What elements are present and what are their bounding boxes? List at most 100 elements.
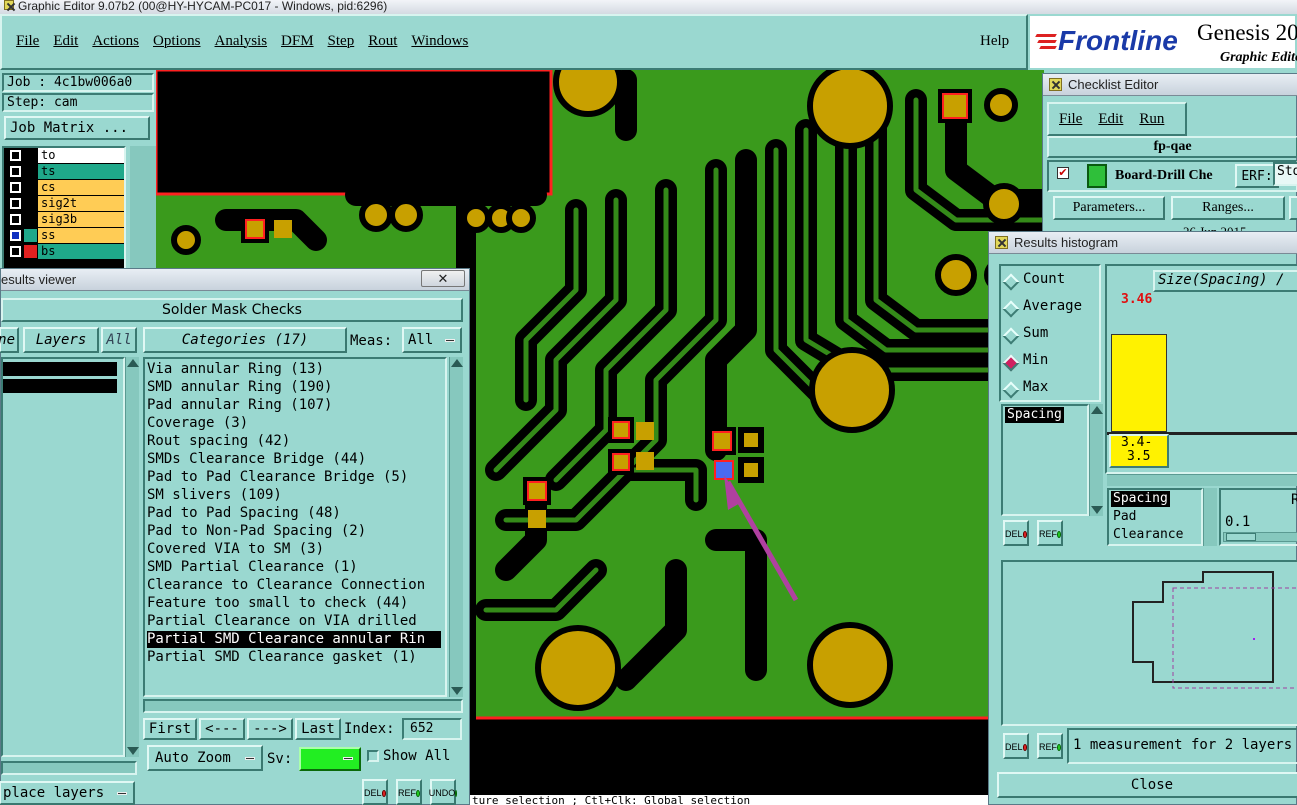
checklist-menu-file[interactable]: File	[1059, 111, 1082, 127]
layer-row[interactable]: cs	[6, 180, 124, 196]
tab-layers[interactable]: Layers	[23, 327, 99, 353]
layer-row[interactable]: sig2t	[6, 196, 124, 212]
sv-color-select[interactable]	[299, 747, 361, 771]
categories-list[interactable]: Via annular Ring (13) SMD annular Ring (1…	[143, 357, 447, 697]
undo-button[interactable]: UNDO	[429, 779, 458, 805]
layer-checkbox[interactable]	[10, 198, 21, 209]
menu-windows[interactable]: Windows	[411, 33, 468, 49]
histogram-right-list[interactable]: Spacing Pad Clearance	[1107, 488, 1203, 546]
layers-hscroll[interactable]	[1, 761, 137, 775]
scroll-up-icon[interactable]	[1091, 406, 1103, 414]
category-item[interactable]: Partial Clearance on VIA drilled	[147, 613, 441, 630]
categories-hscroll[interactable]	[143, 699, 463, 713]
menu-analysis[interactable]: Analysis	[215, 33, 268, 49]
results-viewer-close-button[interactable]: ✕	[421, 270, 465, 287]
categories-tab[interactable]: Categories (17)	[143, 327, 347, 353]
radio-sum[interactable]	[1002, 327, 1020, 345]
hist-ref-button[interactable]: REF	[1037, 520, 1063, 546]
scroll-down-icon[interactable]	[451, 687, 463, 695]
scroll-up-icon[interactable]	[127, 359, 139, 367]
category-item[interactable]: Pad to Pad Clearance Bridge (5)	[147, 469, 441, 486]
erf-value[interactable]: Std	[1273, 162, 1297, 186]
category-item[interactable]: Partial SMD Clearance gasket (1)	[147, 649, 441, 666]
category-item[interactable]: SMD Partial Clearance (1)	[147, 559, 441, 576]
radio-average[interactable]	[1002, 300, 1020, 318]
layers-list-item[interactable]	[3, 362, 117, 376]
close-icon[interactable]	[995, 236, 1008, 249]
category-item[interactable]: Feature too small to check (44)	[147, 595, 441, 612]
range-slider-thumb[interactable]	[1226, 533, 1256, 541]
layer-name[interactable]: sig2t	[38, 196, 124, 211]
layer-row[interactable]: ts	[6, 164, 124, 180]
category-item[interactable]: SMDs Clearance Bridge (44)	[147, 451, 441, 468]
histogram-hscroll[interactable]	[1107, 474, 1297, 486]
layer-checkbox[interactable]	[10, 166, 21, 177]
histogram-list-item[interactable]: Clearance	[1111, 527, 1185, 543]
scroll-down-icon[interactable]	[1091, 506, 1103, 514]
radio-count[interactable]	[1002, 273, 1020, 291]
checklist-menu-run[interactable]: Run	[1139, 111, 1164, 127]
histogram-list-item[interactable]: Spacing	[1111, 491, 1170, 507]
tab-left-partial[interactable]: ne	[0, 327, 19, 353]
histogram-right-scrollbar[interactable]	[1203, 488, 1217, 546]
histogram-list-item[interactable]: Pad	[1111, 509, 1138, 525]
show-all-checkbox[interactable]	[367, 750, 379, 762]
layer-name[interactable]: cs	[38, 180, 124, 195]
layer-name[interactable]: to	[38, 148, 124, 163]
first-button[interactable]: First	[143, 718, 197, 740]
radio-max[interactable]	[1002, 381, 1020, 399]
category-item[interactable]: Clearance to Clearance Connection	[147, 577, 441, 594]
replace-layers-button[interactable]: place layers	[0, 781, 135, 805]
next-button[interactable]: --->	[247, 718, 293, 740]
layer-checkbox[interactable]	[10, 230, 21, 241]
layer-row[interactable]: ss	[6, 228, 124, 244]
layer-name[interactable]: ss	[38, 228, 124, 243]
layer-checkbox[interactable]	[10, 182, 21, 193]
scroll-down-icon[interactable]	[127, 747, 139, 755]
auto-zoom-select[interactable]: Auto Zoom	[147, 745, 263, 771]
category-item[interactable]: SMD annular Ring (190)	[147, 379, 441, 396]
range-slider[interactable]	[1223, 532, 1297, 542]
menu-options[interactable]: Options	[153, 33, 201, 49]
category-item[interactable]: Pad to Pad Spacing (48)	[147, 505, 441, 522]
histogram-left-scrollbar[interactable]	[1089, 404, 1103, 516]
layer-checkbox[interactable]	[10, 214, 21, 225]
status-del-button[interactable]: DEL	[1003, 733, 1029, 759]
menu-dfm[interactable]: DFM	[281, 33, 314, 49]
job-matrix-button[interactable]: Job Matrix ...	[4, 116, 150, 140]
tab-all[interactable]: All	[101, 327, 137, 353]
more-button[interactable]	[1289, 196, 1297, 220]
menu-rout[interactable]: Rout	[368, 33, 397, 49]
histogram-left-list[interactable]: Spacing	[1001, 404, 1089, 516]
menu-file[interactable]: File	[16, 33, 39, 49]
checklist-menu-edit[interactable]: Edit	[1098, 111, 1123, 127]
category-item[interactable]: Via annular Ring (13)	[147, 361, 441, 378]
parameters-button[interactable]: Parameters...	[1053, 196, 1165, 220]
categories-scrollbar[interactable]	[449, 357, 463, 697]
layer-row[interactable]: bs	[6, 244, 124, 260]
prev-button[interactable]: <---	[199, 718, 245, 740]
ranges-button[interactable]: Ranges...	[1171, 196, 1285, 220]
histogram-bar[interactable]	[1111, 334, 1167, 432]
category-item[interactable]: Covered VIA to SM (3)	[147, 541, 441, 558]
layer-name[interactable]: ts	[38, 164, 124, 179]
radio-min[interactable]	[1002, 354, 1020, 372]
category-item[interactable]: Coverage (3)	[147, 415, 441, 432]
histogram-list-item[interactable]: Spacing	[1005, 407, 1064, 423]
layers-list[interactable]	[1, 357, 125, 757]
meas-select[interactable]: All	[402, 327, 462, 353]
layer-name[interactable]: sig3b	[38, 212, 124, 227]
histogram-close-button[interactable]: Close	[997, 772, 1297, 798]
checklist-row[interactable]: ✔ Board-Drill Che ERF: Std	[1047, 160, 1297, 192]
layers-scrollbar[interactable]	[125, 357, 139, 757]
scroll-up-icon[interactable]	[451, 359, 463, 367]
index-input[interactable]: 652	[402, 718, 462, 740]
category-item[interactable]: Rout spacing (42)	[147, 433, 441, 450]
ref-button[interactable]: REF	[396, 779, 422, 805]
category-item[interactable]: Pad to Non-Pad Spacing (2)	[147, 523, 441, 540]
layer-checkbox[interactable]	[10, 246, 21, 257]
menu-edit[interactable]: Edit	[53, 33, 78, 49]
hist-del-button[interactable]: DEL	[1003, 520, 1029, 546]
layer-row[interactable]: sig3b	[6, 212, 124, 228]
category-item[interactable]: SM slivers (109)	[147, 487, 441, 504]
